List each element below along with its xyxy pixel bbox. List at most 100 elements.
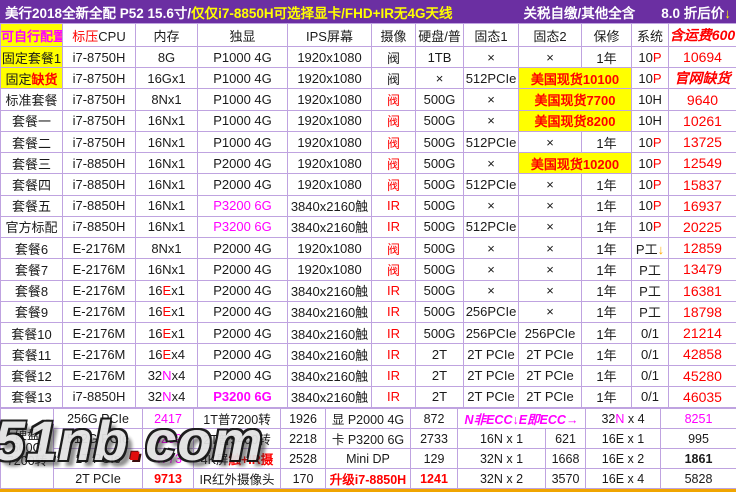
cell: 16Nx1 xyxy=(136,259,198,280)
cell: P工 xyxy=(632,280,669,301)
cell: 32N x 4 xyxy=(586,409,661,429)
cell: 256PCIe xyxy=(519,323,582,344)
cell: 0/1 xyxy=(632,386,669,407)
cell: 16Ex1 xyxy=(136,280,198,301)
cell: 16Nx1 xyxy=(136,131,198,152)
cell: 10261 xyxy=(669,110,736,131)
cell: 500G xyxy=(416,131,464,152)
cell: 8Nx1 xyxy=(136,89,198,110)
cell: 500G xyxy=(416,195,464,216)
cell: i7-8850H xyxy=(63,195,136,216)
table-row: 套餐13i7-8850H32Nx4P3200 6G3840x2160触IR2T2… xyxy=(1,386,736,407)
config-rows: 固定套餐1i7-8750H8GP1000 4G1920x1080阀1TB××1年… xyxy=(1,47,736,408)
cell: 阀 xyxy=(372,68,416,89)
cell: 21214 xyxy=(669,323,736,344)
cell: 3840x2160触 xyxy=(288,216,372,237)
cell: 0/1 xyxy=(632,344,669,365)
text-segment: P xyxy=(653,219,662,234)
cell: 16Nx1 xyxy=(136,110,198,131)
cell: 美国现货7700 xyxy=(519,89,632,110)
cell: × xyxy=(519,259,582,280)
cell: 45280 xyxy=(669,365,736,386)
cell: E-2176M xyxy=(63,344,136,365)
cell: 2T PCIe xyxy=(464,365,519,386)
text-segment: 标压 xyxy=(72,29,98,44)
cell: P1000 4G xyxy=(198,89,288,110)
cell: 32N x 1 xyxy=(458,449,546,469)
cell: 9640 xyxy=(669,89,736,110)
text-segment: P xyxy=(653,135,662,150)
cell: × xyxy=(519,47,582,68)
cell: 阀 xyxy=(372,47,416,68)
cell: 16Nx1 xyxy=(136,216,198,237)
table-row: 512G PCIe32892T普5400转2218卡 P3200 6G27331… xyxy=(1,429,736,449)
cell: 18798 xyxy=(669,301,736,322)
cell: 固定套餐1 xyxy=(1,47,63,68)
cell: 套餐五 xyxy=(1,195,63,216)
text-segment: 10 xyxy=(638,50,652,65)
upgrade-rows: 硬盘 500G 7200转256G PCIe24171T普7200转1926显 … xyxy=(1,409,736,489)
cell: 标准套餐 xyxy=(1,89,63,110)
cell: i7-8850H xyxy=(63,174,136,195)
cell: 1668 xyxy=(546,449,586,469)
cell: P工 xyxy=(632,301,669,322)
text-segment: x4 xyxy=(171,347,185,362)
cell: 12549 xyxy=(669,153,736,174)
table-row: 套餐11E-2176M16Ex4P2000 4G3840x2160触IR2T2T… xyxy=(1,344,736,365)
cell: 1年 xyxy=(582,195,632,216)
cell: 500G xyxy=(416,280,464,301)
cell: 套餐13 xyxy=(1,386,63,407)
text-segment: E xyxy=(163,283,172,298)
cell: IR xyxy=(372,365,416,386)
text-segment: P xyxy=(653,177,662,192)
cell: IPS屏幕 xyxy=(288,24,372,47)
cell: i7-8850H xyxy=(63,153,136,174)
cell: 256G PCIe xyxy=(54,409,143,429)
cell: Mini DP xyxy=(326,449,411,469)
cell: 20225 xyxy=(669,216,736,237)
cell: 500G xyxy=(416,216,464,237)
cell: 1年 xyxy=(582,301,632,322)
table-row: 套餐10E-2176M16Ex1P2000 4G3840x2160触IR500G… xyxy=(1,323,736,344)
cell: 10P xyxy=(632,174,669,195)
cell: × xyxy=(519,195,582,216)
cell: 套餐8 xyxy=(1,280,63,301)
text-segment: 32 xyxy=(148,368,162,383)
table-row: 套餐7E-2176M16Nx1P2000 4G1920x1080阀500G××1… xyxy=(1,259,736,280)
cell: N非ECC↓E即ECC→ xyxy=(458,409,586,429)
cell: 129 xyxy=(411,449,458,469)
cell: 2T xyxy=(416,386,464,407)
cell: 套餐10 xyxy=(1,323,63,344)
upgrade-price-table: 硬盘 500G 7200转256G PCIe24171T普7200转1926显 … xyxy=(0,408,736,489)
cell: P工↓ xyxy=(632,238,669,259)
table-row: 固定套餐1i7-8750H8GP1000 4G1920x1080阀1TB××1年… xyxy=(1,47,736,68)
cell: 995 xyxy=(661,429,736,449)
cell: 阀 xyxy=(372,131,416,152)
cell: 1861 xyxy=(661,449,736,469)
cell: IR xyxy=(372,195,416,216)
cell: 美国现货8200 xyxy=(519,110,632,131)
cell: P3200 6G xyxy=(198,386,288,407)
cell: 13479 xyxy=(669,259,736,280)
cell: 1年 xyxy=(582,216,632,237)
cell: 8G xyxy=(136,47,198,68)
table-row: 硬盘 500G 7200转256G PCIe24171T普7200转1926显 … xyxy=(1,409,736,429)
cell: 1920x1080 xyxy=(288,68,372,89)
cell: P1000 4G xyxy=(198,68,288,89)
table-row: 官方标配i7-8850H16Nx1P3200 6G3840x2160触IR500… xyxy=(1,216,736,237)
cell: 500G xyxy=(416,89,464,110)
cell: 621 xyxy=(546,429,586,449)
cell: 1920x1080 xyxy=(288,110,372,131)
cell: i7-8750H xyxy=(63,68,136,89)
cell: 1920x1080 xyxy=(288,47,372,68)
header-row: 可自行配置标压CPU内存独显IPS屏幕摄像硬盘/普固态1固态2保修系统含运费60… xyxy=(1,24,736,47)
cell: i7-8850H xyxy=(63,386,136,407)
cell: P2000 4G xyxy=(198,365,288,386)
text-segment: N xyxy=(162,389,171,404)
cell: 5828 xyxy=(661,469,736,489)
cell: 2528 xyxy=(281,449,326,469)
cell: 1920x1080 xyxy=(288,89,372,110)
cell: E-2176M xyxy=(63,280,136,301)
cell: 3289 xyxy=(143,429,194,449)
table-row: 套餐12E-2176M32Nx4P2000 4G3840x2160触IR2T2T… xyxy=(1,365,736,386)
